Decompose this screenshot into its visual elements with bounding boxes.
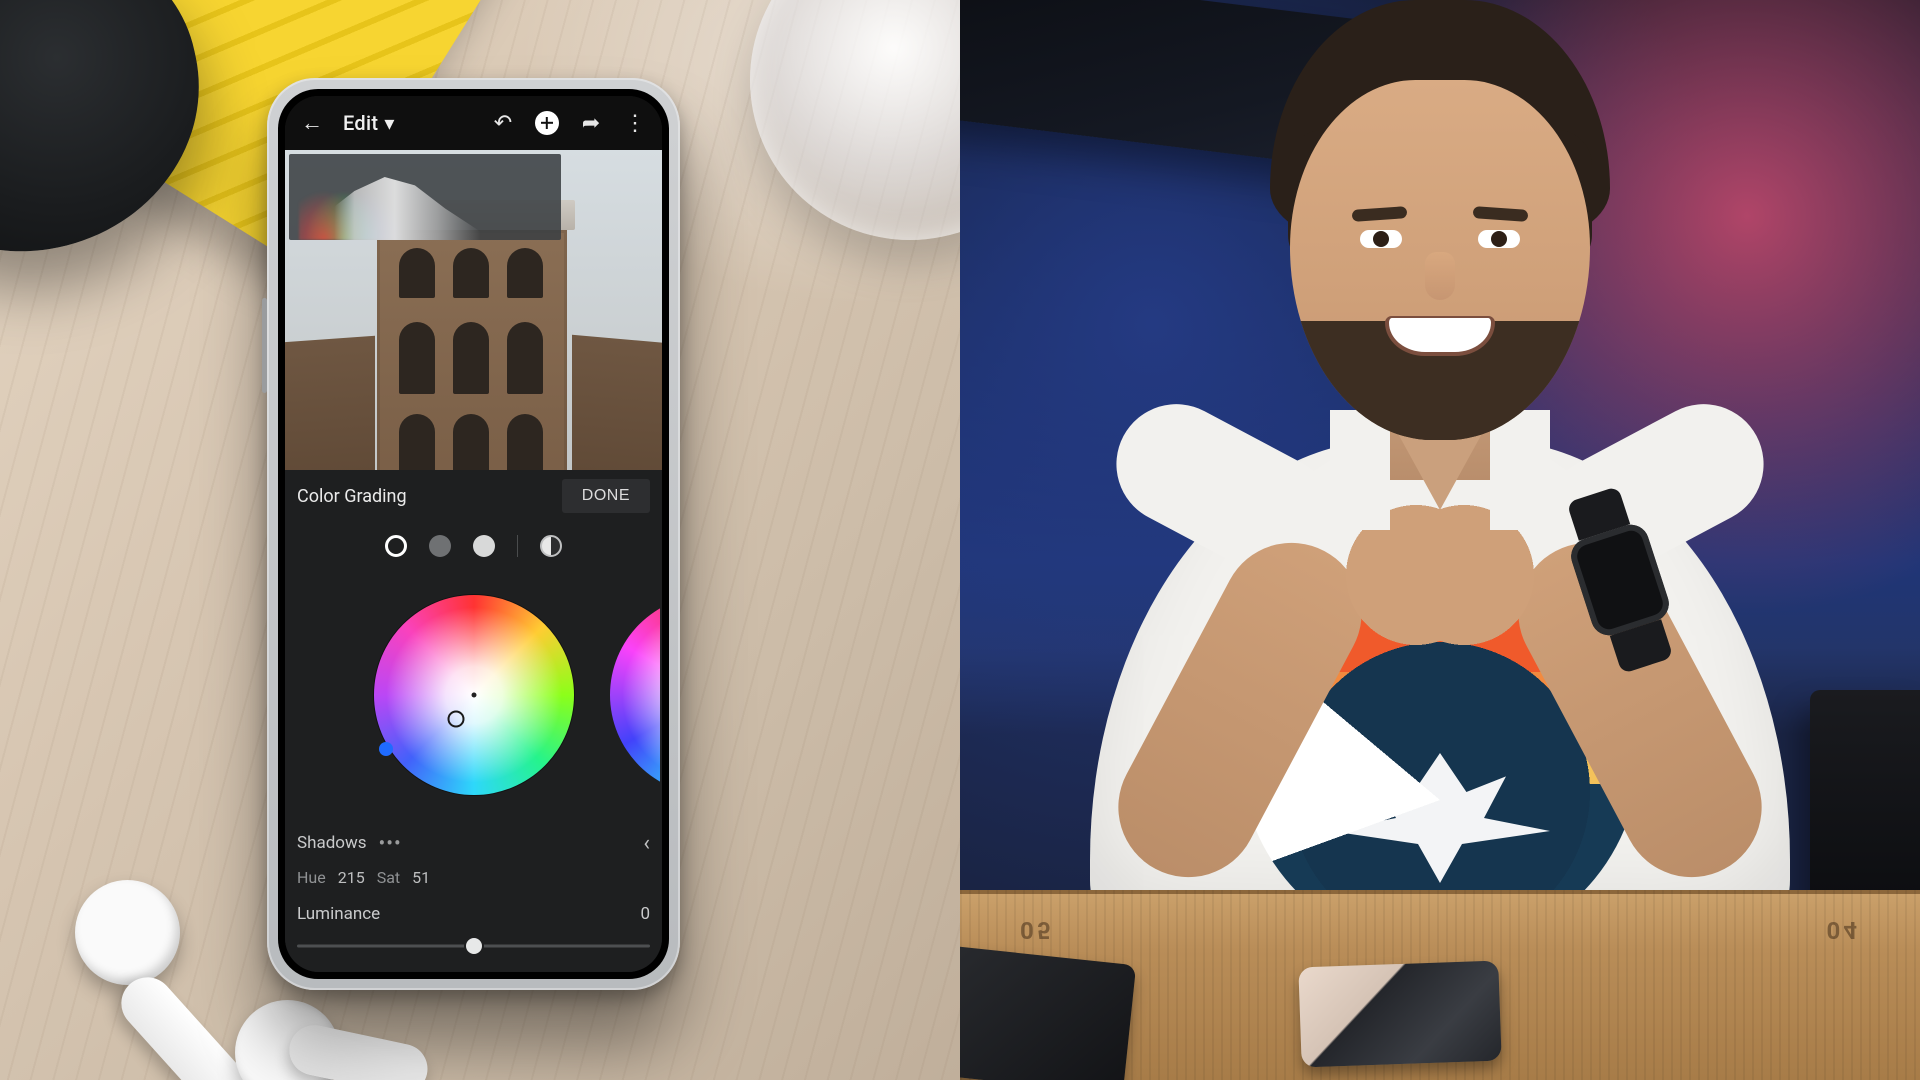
app-bar: ← Edit ▾ ↶ ➦ ⋮ [285, 96, 662, 150]
preview-subject [377, 230, 567, 470]
done-button[interactable]: DONE [562, 479, 650, 513]
histogram-overlay[interactable] [289, 154, 561, 240]
mouth [1385, 316, 1495, 356]
luminance-slider[interactable] [297, 932, 650, 960]
hue-label: Hue [297, 868, 326, 887]
table-number: 05 [1020, 916, 1054, 944]
image-preview[interactable] [285, 150, 662, 470]
mode-label: Edit [343, 111, 378, 135]
wheel-hue-handle[interactable] [379, 742, 393, 756]
luminance-label: Luminance [297, 904, 380, 924]
add-icon[interactable] [534, 110, 560, 136]
eye [1360, 230, 1402, 248]
tablet-prop [960, 943, 1136, 1080]
earbud-prop [75, 880, 180, 985]
zone-shadows[interactable] [385, 535, 407, 557]
tonal-zone-selector [297, 526, 650, 566]
preview-bg [572, 335, 662, 470]
color-grading-panel: Color Grading DONE [285, 470, 662, 972]
left-scene: ← Edit ▾ ↶ ➦ ⋮ [0, 0, 960, 1080]
slider-thumb[interactable] [464, 936, 484, 956]
hue-sat-readout: Hue 215 Sat 51 [297, 862, 650, 892]
zone-name: Shadows [297, 833, 367, 853]
luminance-value: 0 [640, 904, 650, 924]
right-scene: 05 04 [960, 0, 1920, 1080]
hue-value: 215 [338, 868, 365, 887]
app-screen: ← Edit ▾ ↶ ➦ ⋮ [285, 96, 662, 972]
collapse-icon[interactable]: ‹ [643, 831, 650, 856]
sat-label: Sat [377, 868, 400, 887]
eyebrow [1473, 206, 1529, 222]
table-number: 04 [1826, 916, 1860, 944]
head [1290, 80, 1590, 440]
back-icon[interactable]: ← [299, 110, 325, 136]
zone-label-row: Shadows ••• ‹ [297, 824, 650, 862]
color-wheel[interactable] [374, 595, 574, 795]
undo-icon[interactable]: ↶ [490, 110, 516, 136]
zone-more-icon[interactable]: ••• [379, 831, 402, 855]
zone-separator [517, 535, 519, 557]
phone-prop [1298, 961, 1501, 1068]
preview-bg [285, 336, 375, 470]
next-wheel-peek[interactable] [610, 595, 660, 795]
earbud-prop [235, 1000, 340, 1080]
nose [1425, 252, 1455, 300]
sat-value: 51 [412, 868, 430, 887]
mode-dropdown[interactable]: Edit ▾ [343, 111, 395, 135]
phone-bezel: ← Edit ▾ ↶ ➦ ⋮ [278, 89, 669, 979]
wood-table: 05 04 [960, 890, 1920, 1080]
eyebrow [1352, 206, 1408, 222]
more-icon[interactable]: ⋮ [622, 110, 648, 136]
share-icon[interactable]: ➦ [578, 110, 604, 136]
zone-highlights[interactable] [473, 535, 495, 557]
panel-title: Color Grading [297, 486, 407, 507]
zone-midtones[interactable] [429, 535, 451, 557]
luminance-row: Luminance 0 [297, 898, 650, 930]
eye [1478, 230, 1520, 248]
presenter [1050, 0, 1830, 960]
chevron-down-icon: ▾ [384, 111, 394, 135]
wheel-picker-handle[interactable] [447, 711, 464, 728]
zone-global[interactable] [540, 535, 562, 557]
color-wheel-area [297, 566, 650, 824]
glass-prop [750, 0, 960, 240]
wheel-center [471, 693, 476, 698]
phone-device: ← Edit ▾ ↶ ➦ ⋮ [267, 78, 680, 990]
